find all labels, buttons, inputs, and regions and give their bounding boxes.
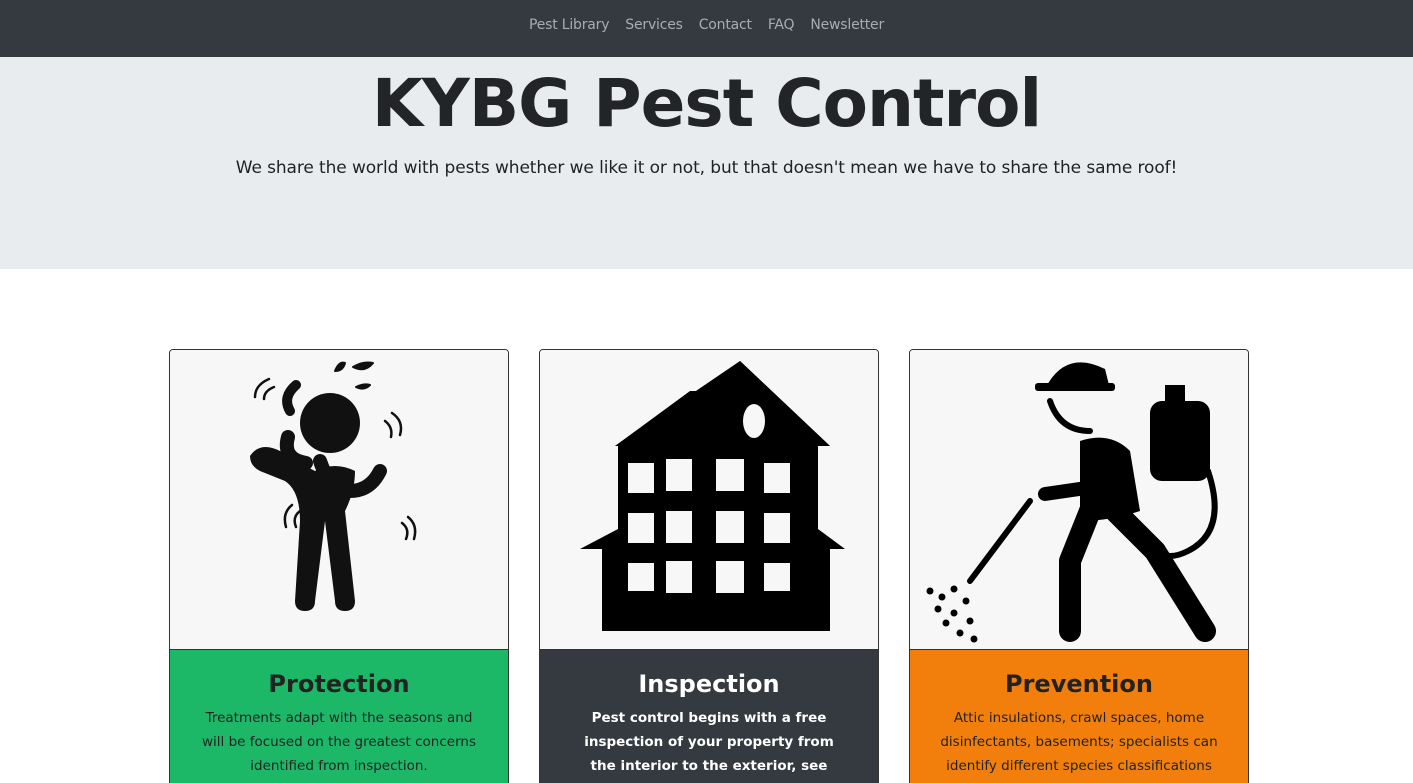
top-navbar: Pest Library Services Contact FAQ Newsle… [0,0,1413,57]
card-title: Inspection [638,670,780,698]
hero-subtitle: We share the world with pests whether we… [235,158,1178,178]
nav-link-faq[interactable]: FAQ [760,17,803,33]
service-card-prevention: Prevention Attic insulations, crawl spac… [909,349,1249,783]
house-icon [580,361,845,631]
service-card-inspection: Inspection Pest control begins with a fr… [539,349,879,783]
nav-link-pest-library[interactable]: Pest Library [521,17,617,33]
page-title: KYBG Pest Control [371,65,1042,142]
card-body: Protection Treatments adapt with the sea… [170,650,508,783]
card-text: Pest control begins with a free inspecti… [584,710,834,783]
service-card-protection: Protection Treatments adapt with the sea… [169,349,509,783]
nav-link-newsletter[interactable]: Newsletter [802,17,892,33]
nav-link-services[interactable]: Services [617,17,690,33]
nav-link-contact[interactable]: Contact [691,17,760,33]
hero-jumbotron: KYBG Pest Control We share the world wit… [0,57,1413,269]
card-text: Treatments adapt with the seasons and wi… [202,710,476,774]
card-image [540,350,878,650]
card-title: Protection [268,670,410,698]
card-title: Prevention [1005,670,1153,698]
card-body: Inspection Pest control begins with a fr… [540,650,878,783]
itchy-person-icon [250,361,417,611]
card-image [170,350,508,650]
card-text: Attic insulations, crawl spaces, home di… [940,710,1218,783]
exterminator-spraying-icon [926,362,1218,643]
nav-links: Pest Library Services Contact FAQ Newsle… [521,17,892,33]
card-body: Prevention Attic insulations, crawl spac… [910,650,1248,783]
card-image [910,350,1248,650]
